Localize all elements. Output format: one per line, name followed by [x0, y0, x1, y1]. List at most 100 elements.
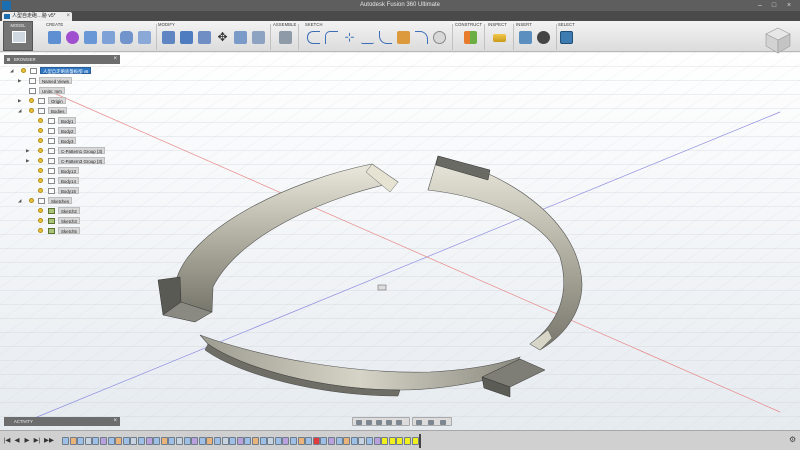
combine-icon[interactable] [198, 31, 211, 44]
timeline-feature[interactable] [100, 437, 107, 445]
edit-sketch-icon[interactable] [397, 31, 410, 44]
gear-icon[interactable]: ⚙ [789, 435, 798, 445]
timeline-feature[interactable] [404, 437, 411, 445]
tree-item-label[interactable]: Origin [48, 97, 66, 104]
canvas-viewport[interactable] [0, 52, 800, 430]
timeline-feature[interactable] [77, 437, 85, 445]
tree-item-label[interactable]: Body15 [58, 187, 79, 194]
tree-item-label[interactable]: 人型自走砲底盤板卻 v5 [40, 67, 92, 74]
timeline-feature[interactable] [145, 437, 153, 445]
orbit-icon[interactable] [356, 420, 362, 425]
look-at-icon[interactable] [366, 420, 372, 425]
stop-sketch-icon[interactable] [433, 31, 446, 44]
timeline-feature[interactable] [236, 437, 244, 445]
insert-decal-icon[interactable] [537, 31, 550, 44]
origin-marker-icon[interactable] [377, 284, 387, 291]
construct-menu[interactable]: CONSTRUCT [455, 22, 482, 27]
tree-item-label[interactable]: Body2 [58, 127, 77, 134]
move-icon[interactable]: ✥ [216, 31, 229, 44]
visibility-bulb-icon[interactable] [29, 108, 34, 113]
revolve-icon[interactable] [84, 31, 97, 44]
expand-arrow-icon[interactable]: ▶ [26, 146, 31, 155]
tree-item-label[interactable]: Sketch5 [58, 227, 80, 234]
timeline-feature[interactable] [206, 437, 214, 445]
timeline-feature[interactable] [320, 437, 328, 445]
visibility-bulb-icon[interactable] [38, 148, 43, 153]
viewports-icon[interactable] [440, 420, 446, 425]
browser-header[interactable]: BROWSER × [4, 55, 120, 64]
activity-panel-header[interactable]: ACTIVITY × [4, 417, 120, 426]
timeline-play-button[interactable]: ▶ [23, 436, 31, 445]
box-icon[interactable] [48, 31, 61, 44]
timeline-feature[interactable] [138, 437, 145, 445]
insert-menu[interactable]: INSERT [516, 22, 532, 27]
align-icon[interactable] [234, 31, 247, 44]
timeline-feature[interactable] [229, 437, 237, 445]
activity-close-button[interactable]: × [113, 417, 117, 426]
visibility-bulb-icon[interactable] [29, 98, 34, 103]
timeline-feature[interactable] [122, 437, 130, 445]
tree-item-label[interactable]: C-Pattern1 Group (3) [58, 147, 106, 154]
visibility-bulb-icon[interactable] [38, 118, 43, 123]
timeline-feature[interactable] [107, 437, 115, 445]
tree-item-label[interactable]: Body1 [58, 117, 77, 124]
visibility-bulb-icon[interactable] [38, 138, 43, 143]
timeline-feature[interactable] [312, 437, 320, 445]
timeline-feature[interactable] [191, 437, 199, 445]
tree-item-label[interactable]: Bodies [48, 107, 68, 114]
timeline-feature[interactable] [381, 437, 389, 445]
insert-image-icon[interactable] [519, 31, 532, 44]
timeline-feature[interactable] [259, 437, 267, 445]
shell-icon[interactable] [138, 31, 151, 44]
timeline-feature[interactable] [343, 437, 351, 445]
panel-grip-icon[interactable] [7, 58, 10, 61]
timeline-feature[interactable] [69, 437, 77, 445]
timeline-feature[interactable] [305, 437, 313, 445]
assemble-menu[interactable]: ASSEMBLE [273, 22, 296, 27]
zoom-icon[interactable] [386, 420, 392, 425]
timeline-feature[interactable] [350, 437, 358, 445]
timeline-feature[interactable] [358, 437, 366, 445]
visibility-bulb-icon[interactable] [21, 68, 26, 73]
visibility-bulb-icon[interactable] [38, 128, 43, 133]
timeline-first-button[interactable]: |◀ [3, 436, 11, 445]
timeline-feature[interactable] [373, 437, 381, 445]
visibility-bulb-icon[interactable] [38, 208, 43, 213]
fit-icon[interactable] [396, 420, 402, 425]
timeline-feature[interactable] [328, 437, 335, 445]
visibility-bulb-icon[interactable] [38, 158, 43, 163]
timeline-feature[interactable] [274, 437, 282, 445]
timeline-feature[interactable] [176, 437, 183, 445]
tree-item-label[interactable]: Units: mm [39, 87, 65, 94]
minimize-button[interactable]: – [754, 1, 766, 10]
timeline-feature[interactable] [252, 437, 259, 445]
pan-icon[interactable] [376, 420, 382, 425]
timeline-feature[interactable] [115, 437, 123, 445]
plane-icon[interactable] [464, 31, 477, 44]
maximize-button[interactable]: □ [768, 1, 780, 10]
loft-icon[interactable] [120, 31, 133, 44]
joint-icon[interactable] [279, 31, 292, 44]
visibility-bulb-icon[interactable] [38, 168, 43, 173]
timeline-feature[interactable] [221, 437, 229, 445]
timeline-prev-button[interactable]: ◀ [13, 436, 21, 445]
sweep-icon[interactable] [102, 31, 115, 44]
timeline-feature[interactable] [335, 437, 343, 445]
timeline-feature[interactable] [92, 437, 100, 445]
timeline-feature[interactable] [396, 437, 404, 445]
collapse-arrow-icon[interactable]: ◢ [10, 66, 15, 75]
timeline-feature[interactable] [62, 437, 69, 445]
tab-close-button[interactable]: × [66, 12, 70, 21]
inspect-menu[interactable]: INSPECT [488, 22, 507, 27]
timeline-feature[interactable] [160, 437, 168, 445]
document-tab[interactable]: 人型自走砲…胁 v5* × [2, 12, 72, 21]
timeline-feature[interactable] [130, 437, 138, 445]
visibility-bulb-icon[interactable] [38, 218, 43, 223]
tree-item-label[interactable]: Sketch2 [58, 207, 80, 214]
sketch-menu[interactable]: SKETCH [305, 22, 323, 27]
timeline-feature[interactable] [290, 437, 297, 445]
tree-item-label[interactable]: C-Pattern3 Group (3) [58, 157, 106, 164]
scale-icon[interactable] [252, 31, 265, 44]
workspace-switcher[interactable]: MODEL [3, 21, 33, 51]
press-pull-icon[interactable] [162, 31, 175, 44]
